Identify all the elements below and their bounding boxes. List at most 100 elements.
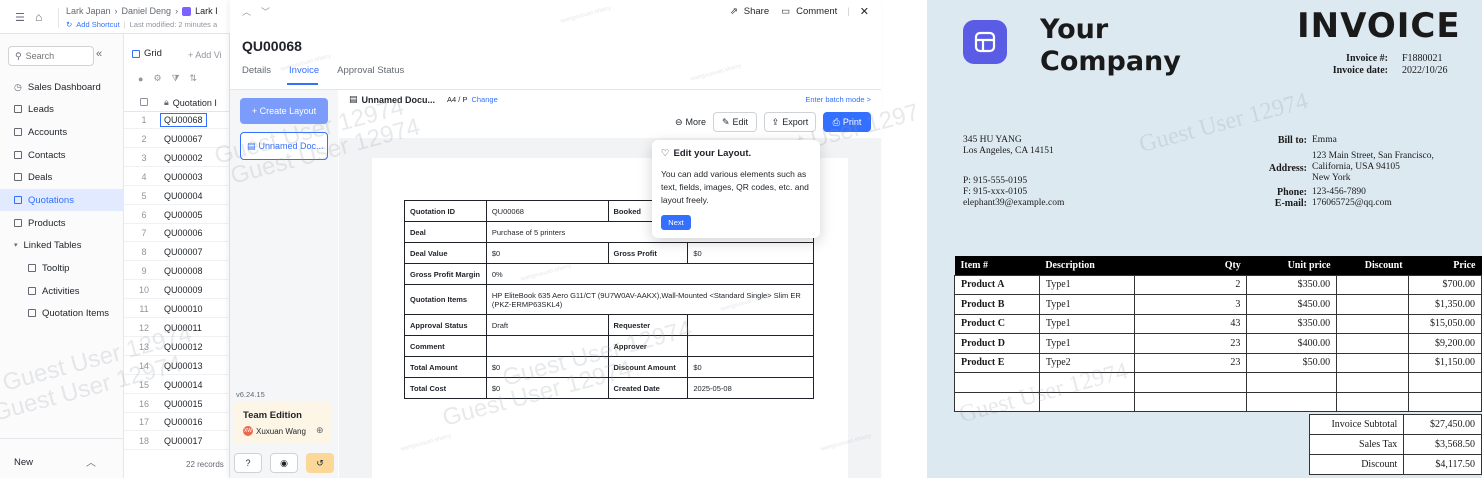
table-row[interactable]: 3 QU00002 (124, 150, 230, 167)
invoice-cell (1336, 274, 1410, 295)
sidebar-toggle-icon[interactable]: ☰ (15, 11, 25, 24)
divider (0, 438, 124, 439)
quotation-id-cell[interactable]: QU00068 (160, 113, 207, 127)
table-row[interactable]: 10 QU00009 (124, 282, 230, 300)
row-number: 1 (141, 115, 147, 125)
table-row[interactable]: 15 QU00014 (124, 377, 230, 394)
quotation-id-cell[interactable]: QU00005 (164, 210, 203, 220)
quotation-id-cell[interactable]: QU00009 (164, 285, 203, 295)
sidebar-item-deals[interactable]: Deals (0, 166, 124, 188)
table-row[interactable]: 6 QU00005 (124, 207, 230, 224)
tab-invoice[interactable]: Invoice (289, 65, 319, 76)
search-box[interactable]: ⚲ (8, 46, 94, 66)
quotation-id-cell[interactable]: QU00008 (164, 266, 203, 276)
comment-button[interactable]: Comment (796, 6, 837, 17)
table-row[interactable]: 1 QU00068 (124, 112, 230, 129)
sidebar-item-leads[interactable]: Leads (0, 98, 124, 120)
sidebar-item-activities[interactable]: Activities (0, 280, 124, 302)
batch-mode-link[interactable]: Enter batch mode > (805, 95, 871, 104)
table-row[interactable]: 18 QU00017 (124, 433, 230, 451)
sidebar-item-quotations[interactable]: Quotations (0, 189, 124, 211)
quotation-id-cell[interactable]: QU00007 (164, 247, 203, 257)
table-row[interactable]: 14 QU00013 (124, 358, 230, 375)
tab-approval-status[interactable]: Approval Status (337, 65, 404, 76)
invoice-cell (1408, 372, 1482, 393)
sort-icon[interactable]: ⇅ (190, 73, 198, 84)
bottom-tools: ? ◉ ↺ (234, 453, 334, 473)
quotation-id-cell[interactable]: QU00011 (164, 323, 202, 333)
notification-icon[interactable]: ◉ (270, 453, 298, 473)
new-button[interactable]: New (14, 457, 33, 468)
sidebar-item-sales-dashboard[interactable]: ◷ Sales Dashboard (0, 76, 124, 98)
breadcrumb-item[interactable]: Daniel Deng (122, 6, 172, 16)
settings-icon[interactable]: ⚙ (153, 73, 161, 84)
column-header[interactable]: Quotation I (173, 98, 217, 108)
cell-value: Draft (485, 314, 609, 336)
quotation-id-cell[interactable]: QU00014 (164, 380, 203, 390)
quotation-id-cell[interactable]: QU00002 (164, 153, 203, 163)
chevron-up-icon[interactable]: ︿ (242, 5, 251, 18)
edition-card[interactable]: Team Edition XW Xuxuan Wang ⊕ (234, 402, 332, 444)
help-icon[interactable]: ? (234, 453, 262, 473)
view-tab-grid[interactable]: Grid (132, 48, 162, 59)
quotation-id-cell[interactable]: QU00006 (164, 228, 203, 238)
quotation-id-cell[interactable]: QU00003 (164, 172, 203, 182)
table-row[interactable]: 13 QU00012 (124, 339, 230, 356)
share-button[interactable]: Share (744, 6, 769, 17)
quotation-id-cell[interactable]: QU00004 (164, 191, 203, 201)
layout-item[interactable]: ▤ Unnamed Doc... (240, 132, 328, 160)
table-row[interactable]: 2 QU00067 (124, 131, 230, 148)
print-button[interactable]: ⎙ Print (823, 112, 871, 132)
search-input[interactable] (25, 51, 84, 61)
home-icon[interactable]: ⌂ (35, 10, 42, 24)
edit-button[interactable]: ✎ Edit (713, 112, 757, 132)
export-button[interactable]: ⇪ Export (764, 112, 816, 132)
tax-label: Sales Tax (1308, 434, 1405, 455)
table-row[interactable]: 4 QU00003 (124, 169, 230, 186)
table-row[interactable]: 17 QU00016 (124, 414, 230, 432)
add-view-button[interactable]: + Add Vi (188, 50, 222, 60)
quotation-id-cell[interactable]: QU00010 (164, 304, 203, 314)
sidebar-item-quotation-items[interactable]: Quotation Items (0, 302, 124, 324)
create-layout-button[interactable]: + Create Layout (240, 98, 328, 124)
comment-icon: ▭ (781, 6, 791, 17)
feedback-icon[interactable]: ↺ (306, 453, 334, 473)
chevron-up-icon[interactable]: ︿ (86, 454, 96, 469)
quotation-id-cell[interactable]: QU00013 (164, 361, 203, 371)
table-row[interactable]: 11 QU00010 (124, 301, 230, 318)
filter-icon[interactable]: ⧩ (172, 73, 180, 84)
table-row[interactable]: 16 QU00015 (124, 396, 230, 413)
quotation-id-cell[interactable]: QU00017 (164, 436, 203, 446)
arrow-circle-icon[interactable]: ⊕ (316, 425, 324, 436)
sidebar-item-contacts[interactable]: Contacts (0, 144, 124, 166)
breadcrumb-item[interactable]: Lark Japan (66, 6, 111, 16)
invoice-cell (1133, 391, 1248, 412)
sidebar-item-products[interactable]: Products (0, 212, 124, 234)
tab-details[interactable]: Details (242, 65, 271, 76)
quotation-id-cell[interactable]: QU00016 (164, 417, 203, 427)
add-record-icon[interactable]: ● (138, 74, 143, 84)
add-shortcut-link[interactable]: Add Shortcut (76, 20, 119, 29)
quotation-id-cell[interactable]: QU00012 (164, 342, 203, 352)
table-row[interactable]: 9 QU00008 (124, 263, 230, 281)
chevron-down-icon[interactable]: ﹀ (261, 5, 270, 18)
sidebar-item-tooltip[interactable]: Tooltip (0, 257, 124, 279)
table-row[interactable]: 12 QU00011 (124, 320, 230, 337)
close-icon[interactable]: ✕ (860, 5, 869, 18)
sidebar-item-linked-tables[interactable]: ▾ Linked Tables (0, 234, 124, 256)
more-button[interactable]: ⊖ More (675, 117, 706, 128)
invoice-cell: Product D (954, 333, 1040, 354)
breadcrumb-item[interactable]: Lark I (195, 6, 218, 16)
cell-value: $0 (687, 242, 814, 264)
cell-value (485, 335, 609, 357)
quotation-id-cell[interactable]: QU00067 (164, 134, 203, 144)
quotation-id-cell[interactable]: QU00015 (164, 399, 203, 409)
collapse-sidebar-icon[interactable]: « (96, 48, 102, 60)
table-row[interactable]: 5 QU00004 (124, 188, 230, 205)
next-button[interactable]: Next (661, 215, 691, 230)
table-row[interactable]: 7 QU00006 (124, 225, 230, 243)
select-all-checkbox[interactable] (124, 97, 164, 108)
table-row[interactable]: 8 QU00007 (124, 244, 230, 262)
change-link[interactable]: Change (471, 95, 497, 104)
sidebar-item-accounts[interactable]: Accounts (0, 121, 124, 143)
